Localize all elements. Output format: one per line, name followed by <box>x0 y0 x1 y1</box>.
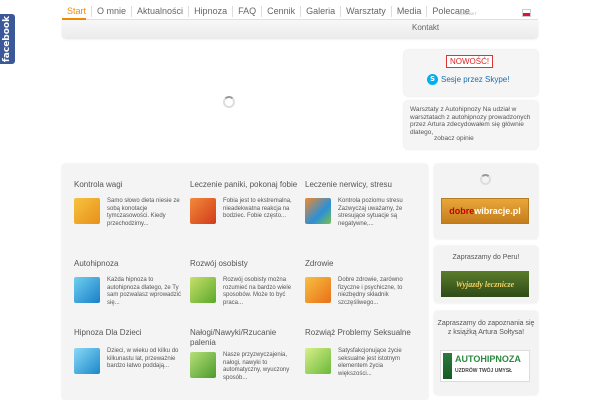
grid-item-desc: Każda hipnoza to autohipnoza dlatego, że… <box>107 277 182 306</box>
skype-link[interactable]: S Sesje przez Skype! <box>427 74 509 85</box>
sexual-problems-thumbnail[interactable] <box>305 348 331 374</box>
grid-item-leczenie-paniki[interactable]: Leczenie paniki, pokonaj fobie Fobia jes… <box>190 180 302 224</box>
weight-control-thumbnail[interactable] <box>74 198 100 224</box>
kontakt-link[interactable]: Kontakt <box>412 23 439 32</box>
grid-item-kontrola-wagi[interactable]: Kontrola wagi Samo słowo dieta niesie ze… <box>74 180 186 228</box>
nav-item-galeria[interactable]: Galeria <box>301 6 342 17</box>
nav-item-o-mnie[interactable]: O mnie <box>92 6 133 17</box>
peru-caption: Zapraszamy do Peru! <box>452 254 520 261</box>
book-cover-icon <box>443 353 452 379</box>
polish-flag-icon[interactable] <box>522 9 531 17</box>
nav-item-aktualnosci[interactable]: Aktualności <box>132 6 190 17</box>
grid-item-title[interactable]: Autohipnoza <box>74 259 186 269</box>
grid-item-desc: Rozwój osobisty można rozumieć na bardzo… <box>223 277 292 306</box>
facebook-tab[interactable]: facebook <box>0 14 15 64</box>
nav-item-cennik[interactable]: Cennik <box>262 6 302 17</box>
grid-item-desc: Fobia jest to ekstremalna, nieadekwatna … <box>223 198 292 219</box>
book-title: AUTOHIPNOZA <box>455 354 521 364</box>
nav-item-warsztaty[interactable]: Warsztaty <box>341 6 392 17</box>
grid-item-title[interactable]: Rozwiąż Problemy Seksualne <box>305 328 417 338</box>
grid-item-title[interactable]: Leczenie nerwicy, stresu <box>305 180 417 190</box>
dobre-wibracje-banner[interactable]: dobrewibracje.pl <box>441 198 529 224</box>
health-thumbnail[interactable] <box>305 277 331 303</box>
addictions-thumbnail[interactable] <box>190 352 216 378</box>
header-strip: Kontakt <box>62 20 538 38</box>
peru-banner-text: Wyjazdy lecznicze <box>455 279 515 289</box>
grid-item-leczenie-nerwicy[interactable]: Leczenie nerwicy, stresu Kontrola poziom… <box>305 180 417 228</box>
grid-item-title[interactable]: Kontrola wagi <box>74 180 186 190</box>
grid-item-zdrowie[interactable]: Zdrowie Dobre zdrowie, zarówno fizyczne … <box>305 259 417 307</box>
grid-item-title[interactable]: Nałogi/Nawyki/Rzucanie palenia <box>190 328 302 348</box>
top-nav: Start O mnie Aktualności Hipnoza FAQ Cen… <box>62 6 475 17</box>
panic-treatment-thumbnail[interactable] <box>190 198 216 224</box>
autohypnosis-thumbnail[interactable] <box>74 277 100 303</box>
children-hypnosis-thumbnail[interactable] <box>74 348 100 374</box>
contact-mini-link[interactable]: KONTAKT <box>458 11 477 16</box>
grid-item-hipnoza-dzieci[interactable]: Hipnoza Dla Dzieci Dzieci, w wieku od ki… <box>74 328 186 374</box>
personal-growth-thumbnail[interactable] <box>190 277 216 303</box>
grid-item-autohipnoza[interactable]: Autohipnoza Każda hipnoza to autohipnoza… <box>74 259 186 307</box>
peru-trip-banner[interactable]: Wyjazdy lecznicze <box>441 271 529 297</box>
grid-item-desc: Dobre zdrowie, zarówno fizyczne i psychi… <box>338 277 403 306</box>
grid-item-desc: Satysfakcjonujące życie seksualne jest i… <box>338 348 402 377</box>
book-banner[interactable]: AUTOHIPNOZA UZDRÓW TWÓJ UMYSŁ <box>440 350 530 382</box>
skype-text: Sesje przez Skype! <box>441 75 510 84</box>
nav-item-start[interactable]: Start <box>62 6 93 17</box>
grid-item-nalogi[interactable]: Nałogi/Nawyki/Rzucanie palenia Nasze prz… <box>190 328 302 382</box>
loading-spinner-icon <box>480 174 491 185</box>
grid-item-rozwoj-osobisty[interactable]: Rozwój osobisty Rozwój osobisty można ro… <box>190 259 302 307</box>
grid-item-desc: Dzieci, w wieku od kilku do kilkunastu l… <box>107 348 179 369</box>
new-badge: NOWOŚĆ! <box>446 55 494 68</box>
stress-treatment-thumbnail[interactable] <box>305 198 331 224</box>
testimonial-text: Warsztaty z Autohipnozy Na udział w wars… <box>410 106 531 136</box>
grid-item-desc: Samo słowo dieta niesie ze sobą konotacj… <box>107 198 180 227</box>
grid-item-title[interactable]: Leczenie paniki, pokonaj fobie <box>190 180 302 190</box>
grid-item-title[interactable]: Rozwój osobisty <box>190 259 302 269</box>
skype-icon: S <box>427 74 438 85</box>
see-opinions-link[interactable]: zobacz opinie <box>434 135 474 142</box>
book-subtitle: UZDRÓW TWÓJ UMYSŁ <box>455 368 513 374</box>
nav-item-faq[interactable]: FAQ <box>233 6 263 17</box>
grid-item-problemy-seksualne[interactable]: Rozwiąż Problemy Seksualne Satysfakcjonu… <box>305 328 417 378</box>
book-caption: Zapraszamy do zapoznania się z książką A… <box>437 320 535 336</box>
grid-item-title[interactable]: Zdrowie <box>305 259 417 269</box>
nav-item-media[interactable]: Media <box>392 6 428 17</box>
facebook-tab-label: facebook <box>2 15 13 63</box>
grid-item-desc: Nasze przyzwyczajenia, nałogi, nawyki to… <box>223 352 290 381</box>
grid-item-desc: Kontrola poziomu stresu Zazwyczaj uważam… <box>338 198 403 227</box>
grid-item-title[interactable]: Hipnoza Dla Dzieci <box>74 328 186 338</box>
loading-spinner-icon <box>223 96 235 108</box>
nav-item-hipnoza[interactable]: Hipnoza <box>189 6 234 17</box>
